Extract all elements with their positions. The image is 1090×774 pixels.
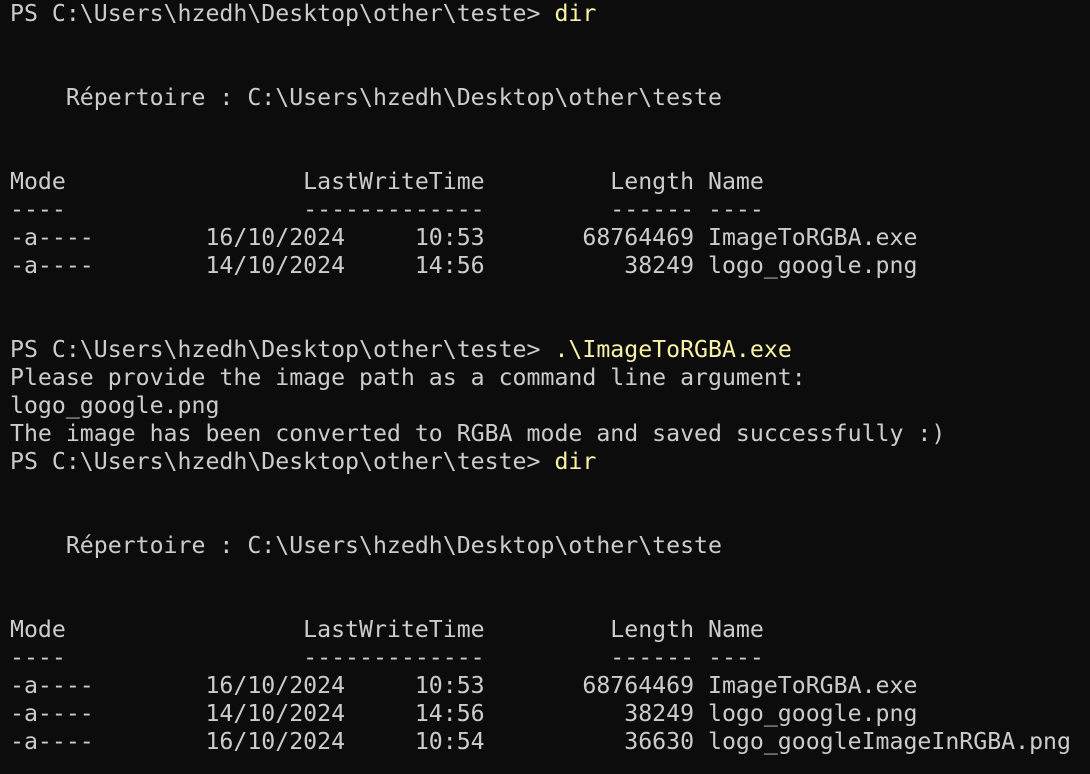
output-line: -a---- 16/10/2024 10:54 36630 logo_googl… (10, 728, 1090, 756)
output-text: ---- ------------- ------ ---- (10, 644, 764, 671)
output-line: logo_google.png (10, 392, 1090, 420)
output-text: -a---- 14/10/2024 14:56 38249 logo_googl… (10, 700, 918, 727)
output-text: Mode LastWriteTime Length Name (10, 616, 764, 643)
prompt-text: PS C:\Users\hzedh\Desktop\other\teste> (10, 0, 555, 27)
command-text: dir (554, 448, 597, 475)
output-text: -a---- 16/10/2024 10:53 68764469 ImageTo… (10, 224, 918, 251)
output-line: -a---- 14/10/2024 14:56 38249 logo_googl… (10, 700, 1090, 728)
output-line: ---- ------------- ------ ---- (10, 196, 1090, 224)
output-line: The image has been converted to RGBA mod… (10, 420, 1090, 448)
output-text: Please provide the image path as a comma… (10, 364, 806, 391)
prompt-line: PS C:\Users\hzedh\Desktop\other\teste> .… (10, 336, 1090, 364)
output-text: ---- ------------- ------ ---- (10, 196, 764, 223)
command-text: dir (554, 0, 597, 27)
output-text: -a---- 16/10/2024 10:53 68764469 ImageTo… (10, 672, 918, 699)
output-line: Mode LastWriteTime Length Name (10, 616, 1090, 644)
prompt-line: PS C:\Users\hzedh\Desktop\other\teste> d… (10, 0, 1090, 28)
prompt-text: PS C:\Users\hzedh\Desktop\other\teste> (10, 336, 555, 363)
output-text: logo_google.png (10, 392, 220, 419)
output-line: Please provide the image path as a comma… (10, 364, 1090, 392)
output-text: -a---- 14/10/2024 14:56 38249 logo_googl… (10, 252, 918, 279)
output-text: Mode LastWriteTime Length Name (10, 168, 764, 195)
output-line: Répertoire : C:\Users\hzedh\Desktop\othe… (10, 84, 1090, 112)
output-text: Répertoire : C:\Users\hzedh\Desktop\othe… (10, 84, 722, 111)
output-line: -a---- 16/10/2024 10:53 68764469 ImageTo… (10, 224, 1090, 252)
output-text: -a---- 16/10/2024 10:54 36630 logo_googl… (10, 728, 1071, 755)
output-line: -a---- 14/10/2024 14:56 38249 logo_googl… (10, 252, 1090, 280)
output-line: Mode LastWriteTime Length Name (10, 168, 1090, 196)
prompt-text: PS C:\Users\hzedh\Desktop\other\teste> (10, 448, 555, 475)
output-text: The image has been converted to RGBA mod… (10, 420, 946, 447)
prompt-line: PS C:\Users\hzedh\Desktop\other\teste> d… (10, 448, 1090, 476)
terminal-window[interactable]: PS C:\Users\hzedh\Desktop\other\teste> d… (0, 0, 1090, 774)
output-line: ---- ------------- ------ ---- (10, 644, 1090, 672)
output-line: Répertoire : C:\Users\hzedh\Desktop\othe… (10, 532, 1090, 560)
output-line: -a---- 16/10/2024 10:53 68764469 ImageTo… (10, 672, 1090, 700)
command-text: .\ImageToRGBA.exe (554, 336, 792, 363)
output-text: Répertoire : C:\Users\hzedh\Desktop\othe… (10, 532, 722, 559)
